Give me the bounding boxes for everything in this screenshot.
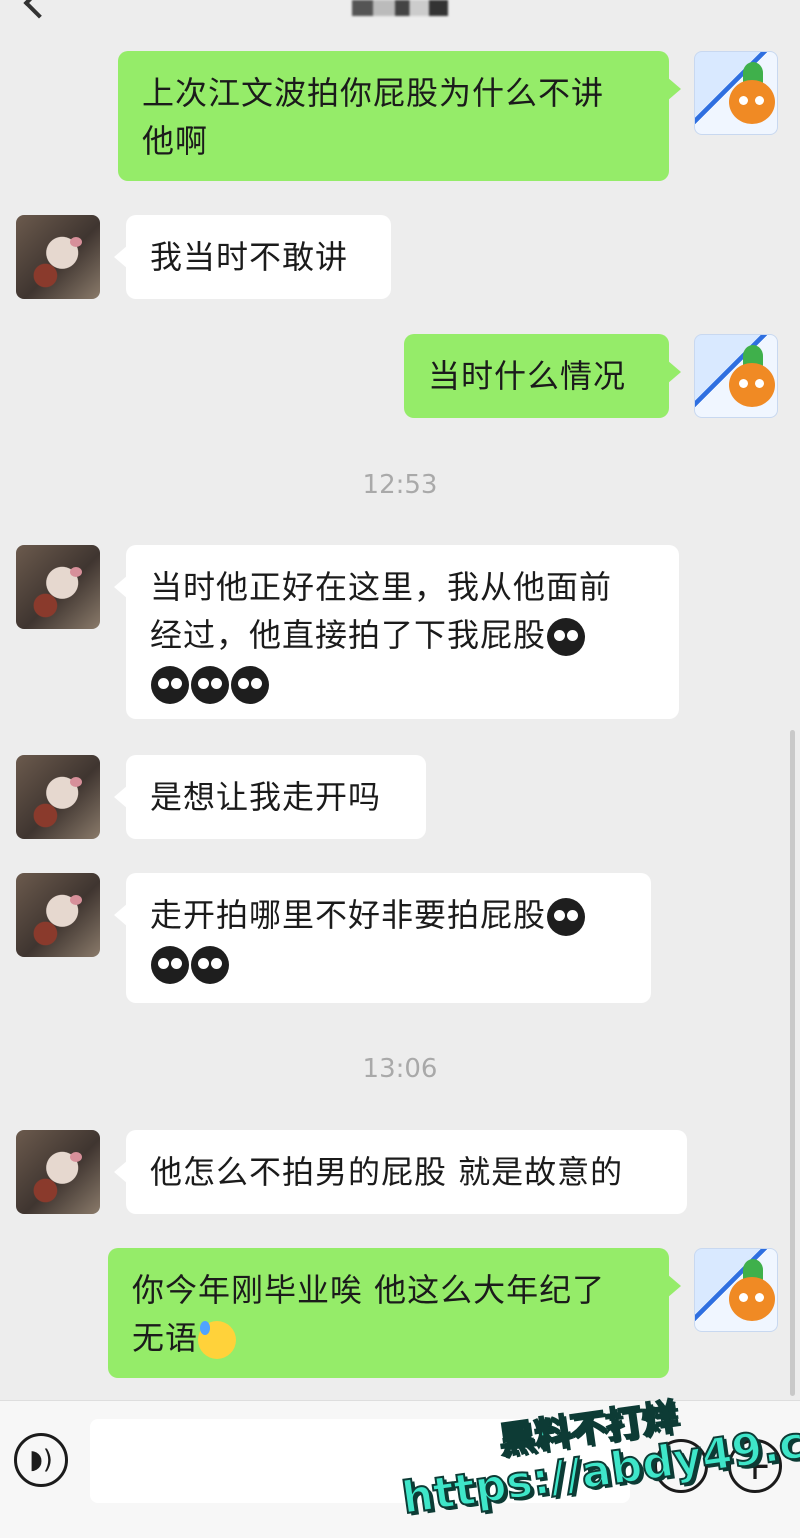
black-crying-face-emoji xyxy=(231,666,269,704)
black-crying-face-emoji xyxy=(191,946,229,984)
bow-icon xyxy=(70,1152,82,1162)
message-line: 你今年刚毕业唉 他这么大年纪了 xyxy=(132,1271,606,1309)
bow-icon xyxy=(70,895,82,905)
contact-avatar[interactable] xyxy=(16,215,100,299)
carrot-face-icon xyxy=(729,363,775,407)
message-line: 他怎么不拍男的屁股 就是故意的 xyxy=(150,1153,624,1191)
message-bubble-incoming[interactable]: 他怎么不拍男的屁股 就是故意的 xyxy=(114,1130,687,1214)
eye-icon xyxy=(739,1293,748,1302)
message-bubble-incoming[interactable]: 走开拍哪里不好非要拍屁股 xyxy=(114,873,651,1003)
message-line: 上次江文波拍你屁股为什么不讲 xyxy=(142,74,605,112)
contact-avatar[interactable] xyxy=(16,873,100,957)
eye-icon xyxy=(755,379,764,388)
message-bubble-incoming[interactable]: 当时他正好在这里，我从他面前 经过，他直接拍了下我屁股 xyxy=(114,545,679,719)
voice-icon[interactable]: ◗) xyxy=(14,1433,68,1487)
sweat-face-emoji xyxy=(198,1321,237,1359)
message-bubble-incoming[interactable]: 是想让我走开吗 xyxy=(114,755,426,839)
message-line: 我当时不敢讲 xyxy=(150,238,349,276)
black-crying-face-emoji xyxy=(151,946,189,984)
black-crying-face-emoji xyxy=(547,898,586,936)
emoji-line xyxy=(150,659,655,707)
message-line: 无语 xyxy=(132,1314,645,1362)
scrollbar[interactable] xyxy=(790,730,795,1396)
eye-icon xyxy=(755,1293,764,1302)
black-crying-face-emoji xyxy=(191,666,229,704)
black-crying-face-emoji xyxy=(151,666,189,704)
timestamp: 13:06 xyxy=(362,1054,438,1084)
chevron-left-icon[interactable] xyxy=(23,0,55,19)
carrot-face-icon xyxy=(729,80,775,124)
message-bubble-outgoing[interactable]: 你今年刚毕业唉 他这么大年纪了 无语 xyxy=(108,1248,681,1378)
message-line: 当时他正好在这里，我从他面前 xyxy=(150,568,613,606)
message-bubble-outgoing[interactable]: 当时什么情况 xyxy=(404,334,681,418)
bow-icon xyxy=(70,237,82,247)
timestamp: 12:53 xyxy=(362,470,438,500)
message-bubble-outgoing[interactable]: 上次江文波拍你屁股为什么不讲 他啊 xyxy=(118,51,681,181)
eye-icon xyxy=(739,379,748,388)
black-crying-face-emoji xyxy=(547,618,586,656)
chat-header xyxy=(0,0,800,34)
bow-icon xyxy=(70,777,82,787)
contact-avatar[interactable] xyxy=(16,545,100,629)
chat-title-blurred xyxy=(352,0,448,16)
message-line: 是想让我走开吗 xyxy=(150,778,382,816)
message-line: 他啊 xyxy=(142,122,209,160)
contact-avatar[interactable] xyxy=(16,755,100,839)
message-line: 当时什么情况 xyxy=(428,357,627,395)
eye-icon xyxy=(739,96,748,105)
carrot-face-icon xyxy=(729,1277,775,1321)
emoji-line xyxy=(150,939,627,987)
self-avatar[interactable] xyxy=(694,1248,778,1332)
self-avatar[interactable] xyxy=(694,334,778,418)
message-bubble-incoming[interactable]: 我当时不敢讲 xyxy=(114,215,391,299)
chat-screen: 上次江文波拍你屁股为什么不讲 他啊 我当时不敢讲 当时什么情况 12:53 当时… xyxy=(0,0,800,1538)
eye-icon xyxy=(755,96,764,105)
message-line: 走开拍哪里不好非要拍屁股 xyxy=(150,891,627,939)
contact-avatar[interactable] xyxy=(16,1130,100,1214)
bow-icon xyxy=(70,567,82,577)
self-avatar[interactable] xyxy=(694,51,778,135)
message-line: 经过，他直接拍了下我屁股 xyxy=(150,611,655,659)
